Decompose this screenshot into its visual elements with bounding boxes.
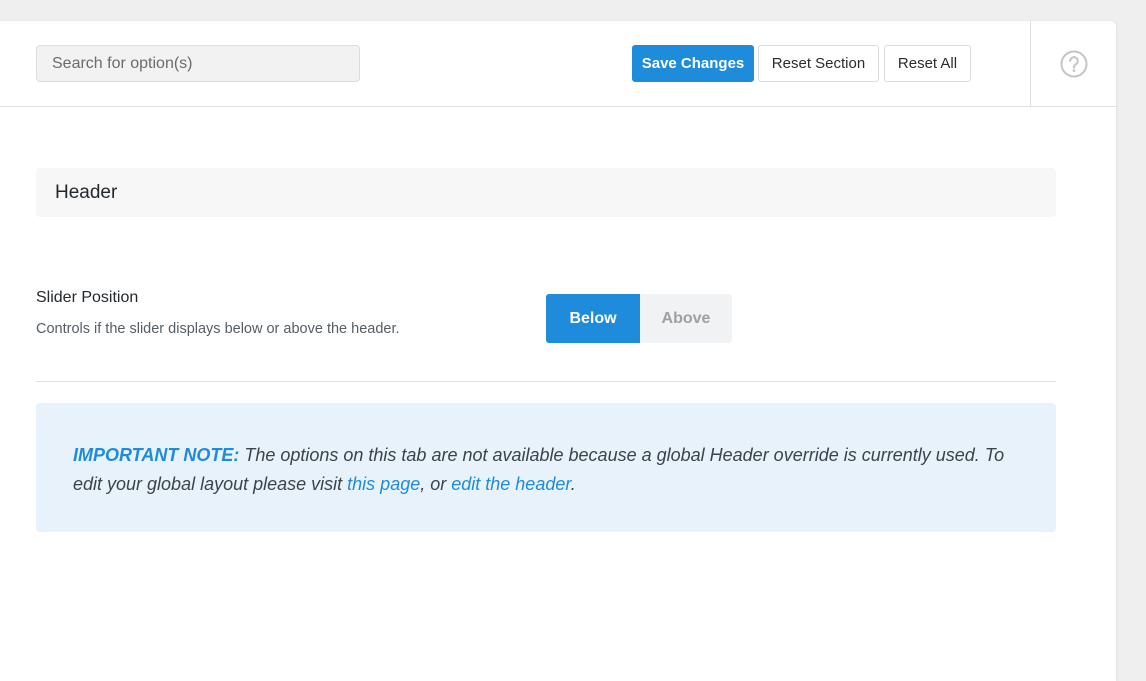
reset-all-button[interactable]: Reset All xyxy=(884,45,971,82)
toolbar-divider xyxy=(1030,21,1031,107)
important-notice: IMPORTANT NOTE: The options on this tab … xyxy=(36,403,1056,532)
reset-section-button[interactable]: Reset Section xyxy=(758,45,879,82)
slider-position-toggle: Below Above xyxy=(546,294,732,343)
section-title: Header xyxy=(36,168,1056,217)
option-below[interactable]: Below xyxy=(546,294,640,343)
option-above[interactable]: Above xyxy=(640,294,732,343)
options-toolbar: Save Changes Reset Section Reset All xyxy=(0,21,1116,107)
edit-header-link[interactable]: edit the header xyxy=(451,474,570,494)
save-changes-button[interactable]: Save Changes xyxy=(632,45,754,82)
field-title: Slider Position xyxy=(36,289,139,306)
field-description: Controls if the slider displays below or… xyxy=(36,321,400,337)
notice-text-3: . xyxy=(570,474,576,494)
search-input[interactable] xyxy=(36,45,360,82)
this-page-link[interactable]: this page xyxy=(347,474,420,494)
section-title-text: Header xyxy=(55,181,118,203)
notice-text-2: , or xyxy=(420,474,452,494)
help-button[interactable] xyxy=(1059,49,1089,79)
options-panel: Save Changes Reset Section Reset All Hea… xyxy=(0,21,1116,681)
field-divider xyxy=(36,381,1056,382)
notice-label: IMPORTANT NOTE: xyxy=(73,445,240,465)
question-circle-icon xyxy=(1060,50,1088,78)
